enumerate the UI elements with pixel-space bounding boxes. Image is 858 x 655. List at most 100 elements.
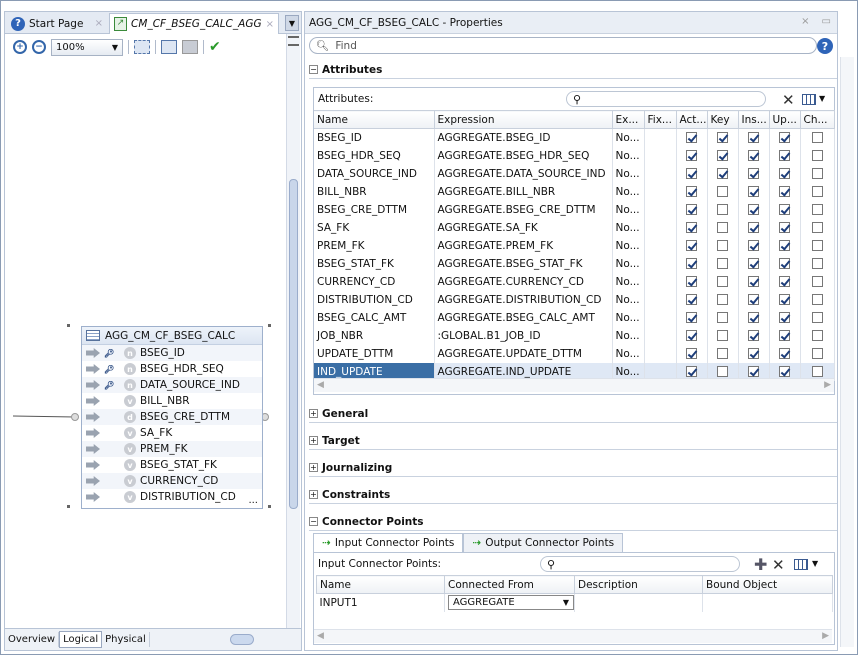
active-checkbox[interactable] xyxy=(686,222,697,233)
selection-handle[interactable] xyxy=(67,505,70,508)
expression-cell[interactable]: AGGREGATE.PREM_FK xyxy=(434,236,613,255)
attribute-name-cell[interactable]: UPDATE_DTTM xyxy=(314,344,435,363)
update-checkbox[interactable] xyxy=(779,366,790,377)
add-icon[interactable]: ✚ xyxy=(754,555,767,574)
insert-checkbox[interactable] xyxy=(748,312,759,323)
validate-check-icon[interactable]: ✔ xyxy=(209,39,221,55)
update-checkbox[interactable] xyxy=(779,204,790,215)
scroll-up-icon[interactable] xyxy=(288,36,299,46)
update-checkbox[interactable] xyxy=(779,330,790,341)
table-row[interactable]: SA_FK AGGREGATE.SA_FK No... xyxy=(314,218,835,237)
check-checkbox[interactable] xyxy=(811,168,823,179)
node-attribute-row[interactable]: v CURRENCY_CD xyxy=(82,473,262,489)
fixed-cell[interactable] xyxy=(644,218,677,237)
insert-checkbox[interactable] xyxy=(748,258,759,269)
node-attribute-row[interactable]: 🔑︎ n BSEG_HDR_SEQ xyxy=(82,361,262,377)
update-checkbox[interactable] xyxy=(779,186,790,197)
section-attributes[interactable]: − Attributes xyxy=(309,61,837,79)
connected-from-select[interactable]: AGGREGATE ▼ xyxy=(448,595,574,611)
selection-handle[interactable] xyxy=(268,505,271,508)
column-header[interactable]: Expression xyxy=(434,110,613,129)
insert-checkbox[interactable] xyxy=(748,186,759,197)
key-checkbox[interactable] xyxy=(717,330,728,341)
table-row[interactable]: JOB_NBR :GLOBAL.B1_JOB_ID No... xyxy=(314,326,835,345)
expression-cell[interactable]: AGGREGATE.BILL_NBR xyxy=(434,182,613,201)
chevron-down-icon[interactable]: ▼ xyxy=(812,559,818,568)
attributes-search-input[interactable]: ⚲ xyxy=(566,91,766,107)
execute-on-cell[interactable]: No... xyxy=(612,344,645,363)
insert-checkbox[interactable] xyxy=(748,294,759,305)
active-checkbox[interactable] xyxy=(686,240,697,251)
connector-search-input[interactable]: ⚲ xyxy=(540,556,740,572)
check-checkbox[interactable] xyxy=(811,222,823,233)
expression-cell[interactable]: AGGREGATE.BSEG_HDR_SEQ xyxy=(434,146,613,165)
active-checkbox[interactable] xyxy=(686,150,697,161)
attribute-name-cell[interactable]: BSEG_CRE_DTTM xyxy=(314,200,435,219)
key-checkbox[interactable] xyxy=(717,258,728,269)
expression-cell[interactable]: AGGREGATE.UPDATE_DTTM xyxy=(434,344,613,363)
active-checkbox[interactable] xyxy=(686,186,697,197)
attribute-name-cell[interactable]: SA_FK xyxy=(314,218,435,237)
key-checkbox[interactable] xyxy=(717,294,728,305)
tab-logical[interactable]: Logical xyxy=(59,631,103,648)
fixed-cell[interactable] xyxy=(644,290,677,309)
key-checkbox[interactable] xyxy=(717,204,728,215)
check-checkbox[interactable] xyxy=(811,276,823,287)
fixed-cell[interactable] xyxy=(644,182,677,201)
column-header[interactable]: Bound Object xyxy=(702,575,833,594)
expand-icon[interactable]: + xyxy=(309,463,318,472)
insert-checkbox[interactable] xyxy=(748,240,759,251)
scroll-right-icon[interactable]: ▶ xyxy=(824,380,831,390)
properties-vertical-scrollbar[interactable] xyxy=(840,57,854,647)
minimize-icon[interactable]: ▭ xyxy=(822,16,831,27)
column-header[interactable]: Name xyxy=(314,110,435,129)
aggregate-node[interactable]: AGG_CM_CF_BSEG_CALC 🔑︎ n BSEG_ID 🔑︎ n BS… xyxy=(81,326,263,509)
execute-on-cell[interactable]: No... xyxy=(612,128,645,147)
fixed-cell[interactable] xyxy=(644,146,677,165)
insert-checkbox[interactable] xyxy=(748,276,759,287)
column-header[interactable]: Act... xyxy=(676,110,708,129)
section-constraints[interactable]: + Constraints xyxy=(309,486,837,504)
vertical-scrollbar[interactable] xyxy=(286,34,300,630)
table-row[interactable]: BSEG_ID AGGREGATE.BSEG_ID No... xyxy=(314,128,835,147)
attribute-name-cell[interactable]: BSEG_CALC_AMT xyxy=(314,308,435,327)
key-checkbox[interactable] xyxy=(717,312,728,323)
horizontal-scrollbar[interactable]: ◀ ▶ xyxy=(314,378,834,392)
table-row[interactable]: CURRENCY_CD AGGREGATE.CURRENCY_CD No... xyxy=(314,272,835,291)
tab-physical[interactable]: Physical xyxy=(102,632,150,647)
attribute-name-cell[interactable]: BSEG_HDR_SEQ xyxy=(314,146,435,165)
zoom-select[interactable]: 100% ▼ xyxy=(51,38,123,56)
update-checkbox[interactable] xyxy=(779,348,790,359)
attribute-name-cell[interactable]: JOB_NBR xyxy=(314,326,435,345)
key-checkbox[interactable] xyxy=(717,366,728,377)
table-row[interactable]: UPDATE_DTTM AGGREGATE.UPDATE_DTTM No... xyxy=(314,344,835,363)
diagram-icon[interactable] xyxy=(182,40,198,54)
column-header[interactable]: Description xyxy=(574,575,703,594)
fixed-cell[interactable] xyxy=(644,344,677,363)
check-checkbox[interactable] xyxy=(811,132,823,144)
scroll-left-icon[interactable]: ◀ xyxy=(317,380,324,390)
column-header[interactable]: Ins... xyxy=(738,110,770,129)
update-checkbox[interactable] xyxy=(779,150,790,161)
insert-checkbox[interactable] xyxy=(748,366,759,377)
execute-on-cell[interactable]: No... xyxy=(612,236,645,255)
expand-icon[interactable]: + xyxy=(309,436,318,445)
fixed-cell[interactable] xyxy=(644,164,677,183)
column-header[interactable]: Ch... xyxy=(800,110,835,129)
collapse-icon[interactable]: − xyxy=(309,65,318,74)
expression-cell[interactable]: AGGREGATE.DISTRIBUTION_CD xyxy=(434,290,613,309)
horizontal-scrollbar[interactable]: ◀ ▶ xyxy=(314,629,832,643)
connected-from-cell[interactable]: AGGREGATE ▼ xyxy=(444,593,575,612)
horizontal-scrollbar[interactable] xyxy=(158,634,278,645)
selection-handle[interactable] xyxy=(67,324,70,327)
check-checkbox[interactable] xyxy=(811,348,823,359)
columns-icon[interactable] xyxy=(794,559,808,570)
expand-icon[interactable]: + xyxy=(309,409,318,418)
connector-name-cell[interactable]: INPUT1 xyxy=(316,593,445,612)
expression-cell[interactable]: AGGREGATE.BSEG_ID xyxy=(434,128,613,147)
column-header[interactable]: Name xyxy=(316,575,445,594)
close-icon[interactable]: × xyxy=(801,16,809,27)
update-checkbox[interactable] xyxy=(779,168,790,179)
update-checkbox[interactable] xyxy=(779,294,790,305)
execute-on-cell[interactable]: No... xyxy=(612,308,645,327)
